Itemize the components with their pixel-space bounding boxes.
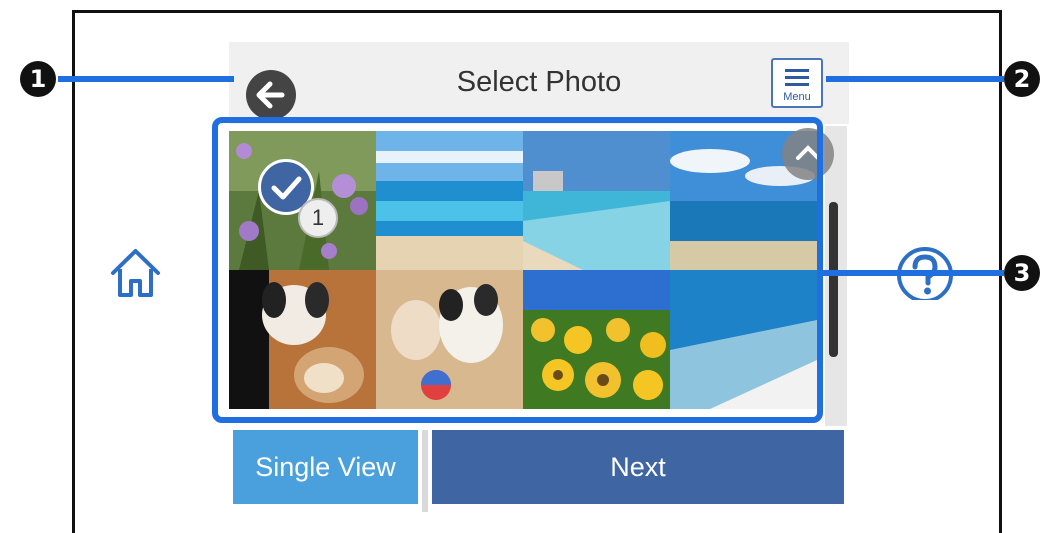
menu-label: Menu: [783, 91, 811, 103]
scrollbar-thumb[interactable]: [829, 202, 838, 357]
callout-badge-2: 2: [1004, 61, 1040, 97]
menu-button[interactable]: Menu: [771, 58, 823, 108]
menu-icon-bar: [785, 83, 809, 86]
callout-line-2: [826, 76, 1004, 82]
single-view-button[interactable]: Single View: [233, 430, 418, 504]
next-button[interactable]: Next: [432, 430, 844, 504]
callout-line-3: [822, 270, 1004, 276]
callout-line-1: [58, 76, 234, 82]
back-arrow-icon: [256, 81, 285, 109]
page-title: Select Photo: [456, 66, 622, 98]
photo-area-highlight: [212, 117, 823, 423]
printer-frame-top: [72, 10, 1002, 13]
back-button[interactable]: [246, 70, 296, 120]
callout-badge-1: 1: [20, 61, 56, 97]
home-icon[interactable]: [108, 245, 163, 300]
button-row: Single View Next: [229, 430, 849, 512]
button-divider: [422, 430, 428, 512]
menu-icon-bar: [785, 76, 809, 79]
title-bar: Select Photo Menu: [229, 42, 849, 124]
printer-frame-left: [72, 10, 75, 533]
callout-badge-3: 3: [1004, 255, 1040, 291]
menu-icon-bar: [785, 69, 809, 72]
